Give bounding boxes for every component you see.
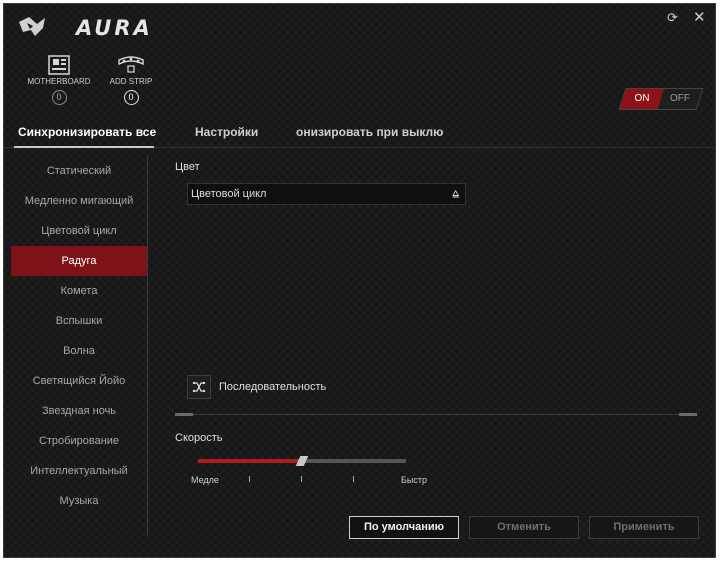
toggle-off-label[interactable]: OFF <box>661 89 699 109</box>
aura-window: AURA ⟳ ✕ MOTHERBOARD 0 ADD STRIP 0 ON OF… <box>3 3 716 558</box>
apply-button[interactable]: Применить <box>589 516 699 539</box>
active-tab-indicator <box>14 146 154 148</box>
default-button[interactable]: По умолчанию <box>349 516 459 539</box>
speed-label: Скорость <box>175 432 223 444</box>
power-toggle[interactable]: ON OFF <box>618 88 704 110</box>
section-divider <box>175 414 697 415</box>
sidebar-item-smart[interactable]: Интеллектуальный <box>11 456 147 486</box>
device-label: MOTHERBOARD <box>27 77 91 86</box>
speed-slider-fill <box>198 459 302 463</box>
sidebar-item-starry-night[interactable]: Звездная ночь <box>11 396 147 426</box>
sidebar-item-breathing[interactable]: Медленно мигающий <box>11 186 147 216</box>
sidebar-item-color-cycle[interactable]: Цветовой цикл <box>11 216 147 246</box>
sequence-label: Последовательность <box>219 381 327 393</box>
divider-cap-right <box>679 413 697 416</box>
tab-sync-on-shutdown[interactable]: онизировать при выклю <box>296 125 443 139</box>
speed-tick <box>249 476 250 482</box>
sidebar-item-rainbow[interactable]: Радуга <box>11 246 147 276</box>
shuffle-icon <box>192 381 206 393</box>
color-mode-select[interactable]: Цветовой цикл ⩠ <box>187 183 466 205</box>
motherboard-icon <box>48 55 70 75</box>
tab-sync-all[interactable]: Синхронизировать все <box>18 125 156 139</box>
sidebar-item-strobing[interactable]: Стробирование <box>11 426 147 456</box>
sidebar-item-comet[interactable]: Комета <box>11 276 147 306</box>
sidebar-item-wave[interactable]: Волна <box>11 336 147 366</box>
speed-tick <box>301 476 302 482</box>
sidebar-item-music[interactable]: Музыка <box>11 486 147 516</box>
app-title: AURA <box>76 16 153 40</box>
toggle-on-label[interactable]: ON <box>623 89 661 109</box>
chevron-down-icon: ⩠ <box>452 188 459 200</box>
effects-sidebar: Статический Медленно мигающий Цветовой ц… <box>11 156 147 516</box>
close-icon[interactable]: ✕ <box>693 8 706 26</box>
device-count-badge: 0 <box>51 90 67 105</box>
cancel-button[interactable]: Отменить <box>469 516 579 539</box>
divider-cap-left <box>175 413 193 416</box>
device-add-strip[interactable]: ADD STRIP 0 <box>94 54 168 105</box>
refresh-icon[interactable]: ⟳ <box>667 10 678 26</box>
sequence-shuffle-button[interactable] <box>187 375 211 399</box>
sidebar-item-glowing-yoyo[interactable]: Светящийся Йойо <box>11 366 147 396</box>
speed-tick <box>353 476 354 482</box>
color-mode-select-value: Цветовой цикл <box>191 188 267 200</box>
color-label: Цвет <box>175 161 200 173</box>
speed-max-label: Быстр <box>401 475 428 485</box>
device-label: ADD STRIP <box>109 77 153 86</box>
sidebar-item-flash[interactable]: Вспышки <box>11 306 147 336</box>
tab-settings[interactable]: Настройки <box>195 125 258 139</box>
rog-logo-icon <box>19 17 45 36</box>
sidebar-divider <box>147 156 148 536</box>
speed-min-label: Медле <box>191 475 219 485</box>
led-strip-icon <box>118 56 144 73</box>
device-count-badge: 0 <box>123 90 139 105</box>
tab-bar: Синхронизировать все Настройки онизирова… <box>4 116 715 148</box>
sidebar-item-static[interactable]: Статический <box>11 156 147 186</box>
device-motherboard[interactable]: MOTHERBOARD 0 <box>22 54 96 105</box>
